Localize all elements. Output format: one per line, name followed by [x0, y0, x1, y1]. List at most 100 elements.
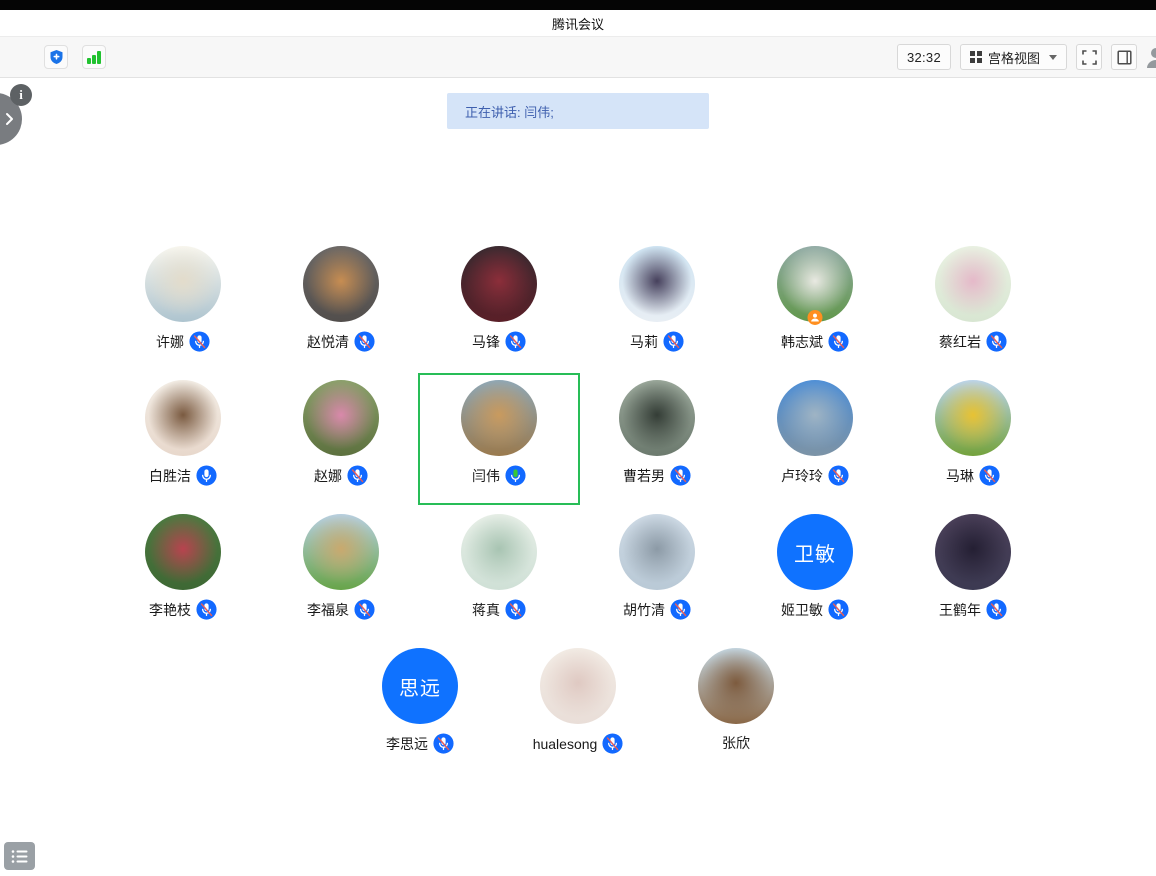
participant-name: 卢玲玲 [781, 466, 823, 486]
participant-row: 思远 李思远 hualesong 张欣 [0, 648, 1156, 754]
meeting-stage: 正在讲话: 闫伟; 许娜 赵悦清 马锋 [0, 93, 1156, 876]
participant-tile[interactable]: 马锋 [420, 246, 578, 352]
participant-tile[interactable]: 张欣 [657, 648, 815, 754]
mic-muted-icon [828, 465, 849, 486]
avatar [461, 380, 537, 456]
avatar [145, 514, 221, 590]
participant-tile[interactable]: 李艳枝 [104, 514, 262, 620]
list-icon [11, 849, 28, 864]
mic-muted-icon [986, 599, 1007, 620]
security-shield-icon[interactable] [44, 45, 68, 69]
mic-speaking-icon [505, 465, 526, 486]
participant-name: 许娜 [156, 332, 184, 352]
participant-tile[interactable]: 蔡红岩 [894, 246, 1052, 352]
participant-name-row: 姬卫敏 [781, 599, 849, 620]
meeting-toolbar: 32:32 宫格视图 i [0, 37, 1156, 78]
mic-muted-icon [986, 331, 1007, 352]
chevron-right-icon [5, 112, 14, 126]
mic-muted-icon [828, 331, 849, 352]
avatar: 卫敏 [777, 514, 853, 590]
participant-name: 马琳 [946, 466, 974, 486]
participant-name: 王鹤年 [939, 600, 981, 620]
participant-name: 蔡红岩 [939, 332, 981, 352]
view-mode-dropdown[interactable]: 宫格视图 [960, 44, 1067, 70]
participant-name: 马莉 [630, 332, 658, 352]
fullscreen-button[interactable] [1076, 44, 1102, 70]
avatar [461, 246, 537, 322]
avatar-initials: 卫敏 [777, 514, 853, 590]
mic-muted-icon [354, 331, 375, 352]
avatar-initials: 思远 [382, 648, 458, 724]
mic-muted-icon [979, 465, 1000, 486]
participant-name-row: 马琳 [946, 465, 1000, 486]
participant-name-row: 张欣 [722, 733, 750, 753]
participant-name-row: 蒋真 [472, 599, 526, 620]
participant-tile[interactable]: 李福泉 [262, 514, 420, 620]
avatar [303, 380, 379, 456]
fullscreen-icon [1082, 50, 1097, 65]
avatar [619, 514, 695, 590]
participant-name: 马锋 [472, 332, 500, 352]
participant-tile[interactable]: 思远 李思远 [341, 648, 499, 754]
participant-tile[interactable]: 卢玲玲 [736, 380, 894, 486]
mic-muted-icon [663, 331, 684, 352]
participant-name-row: 李思远 [386, 733, 454, 754]
participant-tile[interactable]: 马琳 [894, 380, 1052, 486]
avatar [777, 380, 853, 456]
participant-name: hualesong [533, 736, 598, 752]
chevron-down-icon [1049, 55, 1057, 60]
window-top-strip [0, 0, 1156, 10]
participant-tile[interactable]: 王鹤年 [894, 514, 1052, 620]
participant-name-row: 李福泉 [307, 599, 375, 620]
participant-name: 曹若男 [623, 466, 665, 486]
participant-tile[interactable]: 许娜 [104, 246, 262, 352]
mic-muted-icon [354, 599, 375, 620]
participant-name-row: 赵娜 [314, 465, 368, 486]
avatar [145, 246, 221, 322]
avatar: 思远 [382, 648, 458, 724]
network-signal-icon[interactable] [82, 45, 106, 69]
avatar [619, 246, 695, 322]
avatar [619, 380, 695, 456]
participant-name-row: 李艳枝 [149, 599, 217, 620]
avatar [935, 246, 1011, 322]
participant-name: 李福泉 [307, 600, 349, 620]
titlebar: 腾讯会议 [0, 10, 1156, 37]
participant-name-row: 闫伟 [472, 465, 526, 486]
participant-name-row: 蔡红岩 [939, 331, 1007, 352]
participant-tile[interactable]: 卫敏 姬卫敏 [736, 514, 894, 620]
participant-name: 李艳枝 [149, 600, 191, 620]
participant-row: 李艳枝 李福泉 蒋真 胡竹清 [0, 514, 1156, 620]
mic-muted-icon [347, 465, 368, 486]
info-icon[interactable]: i [10, 84, 32, 106]
participant-name-row: 马锋 [472, 331, 526, 352]
side-panel-button[interactable] [1111, 44, 1137, 70]
participant-tile[interactable]: 马莉 [578, 246, 736, 352]
mic-muted-icon [828, 599, 849, 620]
mic-muted-icon [670, 465, 691, 486]
participant-icon[interactable] [1146, 45, 1156, 69]
participant-tile[interactable]: 曹若男 [578, 380, 736, 486]
participant-tile[interactable]: 赵悦清 [262, 246, 420, 352]
participant-name: 韩志斌 [781, 332, 823, 352]
avatar [303, 514, 379, 590]
grid-view-icon [970, 51, 982, 63]
view-mode-label: 宫格视图 [988, 48, 1040, 67]
participant-tile[interactable]: 胡竹清 [578, 514, 736, 620]
mic-muted-icon [602, 733, 623, 754]
window-title: 腾讯会议 [552, 14, 604, 33]
participant-tile[interactable]: 白胜洁 [104, 380, 262, 486]
participant-tile[interactable]: 蒋真 [420, 514, 578, 620]
participant-tile[interactable]: hualesong [499, 648, 657, 754]
participant-tile[interactable]: 韩志斌 [736, 246, 894, 352]
participant-name: 胡竹清 [623, 600, 665, 620]
avatar [935, 514, 1011, 590]
participant-row: 许娜 赵悦清 马锋 马莉 [0, 246, 1156, 352]
avatar [777, 246, 853, 322]
participant-tile[interactable]: 闫伟 [420, 380, 578, 486]
participant-tile[interactable]: 赵娜 [262, 380, 420, 486]
mic-muted-icon [505, 599, 526, 620]
member-list-button[interactable] [4, 842, 35, 870]
participant-name-row: 赵悦清 [307, 331, 375, 352]
participant-name-row: 王鹤年 [939, 599, 1007, 620]
